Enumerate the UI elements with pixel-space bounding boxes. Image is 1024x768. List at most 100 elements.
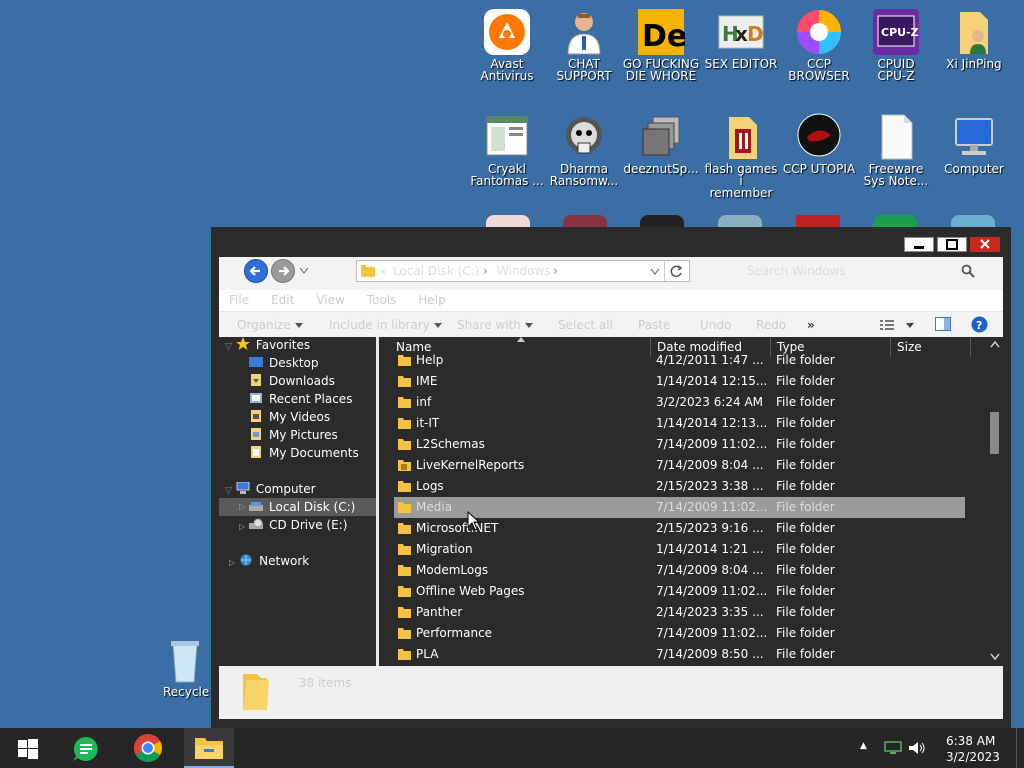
file-row[interactable]: Offline Web Pages 7/14/2009 11:02... File …: [394, 581, 965, 602]
folder-user-icon: [950, 8, 998, 56]
desktop-icon-ccp-utopia[interactable]: CCP UTOPIA: [780, 113, 858, 175]
close-button[interactable]: [970, 237, 1000, 252]
views-button[interactable]: [880, 318, 914, 332]
undo-button[interactable]: Undo: [700, 312, 731, 338]
deeznut-icon: [637, 113, 685, 161]
nav-computer[interactable]: ▽ Computer: [225, 480, 316, 498]
desktop-icon-hxd[interactable]: HxD SEX EDITOR: [702, 8, 780, 70]
file-row[interactable]: L2Schemas 7/14/2009 11:02... File folder: [394, 434, 965, 455]
recent-pages-dropdown-icon[interactable]: [299, 267, 309, 275]
network-status-icon[interactable]: [884, 741, 902, 755]
cd-drive-icon: [249, 517, 264, 529]
tray-overflow-icon[interactable]: ▲: [860, 741, 867, 751]
nav-label: Favorites: [255, 338, 311, 352]
taskbar-chrome[interactable]: [123, 728, 173, 768]
redo-button[interactable]: Redo: [756, 312, 786, 338]
paste-button[interactable]: Paste: [638, 312, 670, 338]
menu-help[interactable]: Help: [418, 290, 445, 310]
start-button[interactable]: [2, 728, 52, 768]
search-input[interactable]: Search Windows: [739, 260, 1003, 282]
desktop-icon-cpuz[interactable]: CPU-Z CPUID CPU-Z: [857, 8, 935, 82]
scrollbar-thumb[interactable]: [990, 412, 999, 454]
file-date-modified: 3/2/2023 6:24 AM: [656, 395, 764, 409]
volume-icon[interactable]: [908, 741, 926, 755]
include-in-library-button[interactable]: Include in library: [329, 312, 442, 338]
desktop-icon-freeware-note[interactable]: Freeware Sys Note...: [857, 113, 935, 187]
address-bar[interactable]: « Local Disk (C:) › Windows ›: [356, 260, 690, 282]
file-date-modified: 1/14/2014 1:21 ...: [656, 542, 764, 556]
desktop-icon-ccp-browser[interactable]: CCP BROWSER: [780, 8, 858, 82]
nav-favorites[interactable]: ▽ Favorites: [225, 336, 310, 354]
desktop-icon-label: CHAT SUPPORT: [556, 57, 612, 83]
show-desktop-button[interactable]: [1016, 728, 1024, 768]
scroll-down-icon[interactable]: [990, 653, 1000, 661]
maximize-button[interactable]: [937, 237, 967, 252]
desktop-icon-recycle-bin[interactable]: Recycle: [155, 636, 215, 698]
desktop-icon-flash-games[interactable]: flash games i remember: [702, 113, 780, 199]
desktop-icon-chat-support[interactable]: CHAT SUPPORT: [545, 8, 623, 82]
desktop-icon-cryakl[interactable]: Cryakl Fantomas ...: [468, 113, 546, 187]
file-row[interactable]: LiveKernelReports 7/14/2009 8:04 ... File …: [394, 455, 965, 476]
desktop-icon-avast[interactable]: Avast Antivirus: [468, 8, 546, 82]
windows-logo-icon: [18, 739, 38, 759]
desktop-icon-de[interactable]: De GO FUCKING DIE WHORE: [622, 8, 700, 82]
minimize-button[interactable]: [904, 237, 934, 252]
share-with-button[interactable]: Share with: [457, 312, 533, 338]
taskbar-file-explorer[interactable]: [184, 728, 234, 768]
preview-pane-button[interactable]: [935, 317, 951, 331]
desktop-icon-computer[interactable]: Computer: [935, 113, 1013, 175]
vertical-scrollbar[interactable]: [987, 337, 1003, 666]
nav-my-pictures[interactable]: My Pictures: [249, 426, 338, 444]
computer-icon: [236, 481, 250, 494]
document-icon: [872, 113, 920, 161]
file-date-modified: 2/15/2023 9:16 ...: [656, 521, 764, 535]
nav-local-disk[interactable]: ▷ Local Disk (C:): [219, 498, 376, 516]
desktop-icon-deeznut[interactable]: deeznutSp...: [622, 113, 700, 175]
desktop-icon-dharma[interactable]: Dharma Ransomw...: [545, 113, 623, 187]
organize-button[interactable]: Organize: [237, 312, 303, 338]
folder-icon: [398, 544, 411, 555]
preview-pane-icon: [935, 317, 951, 331]
file-row[interactable]: it-IT 1/14/2014 12:13... File folder: [394, 413, 965, 434]
help-button[interactable]: ?: [971, 316, 988, 333]
more-commands-button[interactable]: »: [807, 312, 815, 338]
nav-desktop[interactable]: Desktop: [249, 354, 319, 372]
clock-time[interactable]: 6:38 AM: [946, 734, 995, 748]
taskbar-notes-app[interactable]: [61, 728, 111, 768]
column-divider[interactable]: [970, 337, 971, 357]
nav-my-documents[interactable]: My Documents: [249, 444, 359, 462]
file-row[interactable]: Help 4/12/2011 1:47 ... File folder: [394, 350, 965, 371]
refresh-icon[interactable]: [669, 264, 683, 278]
file-row[interactable]: Panther 2/14/2023 3:35 ... File folder: [394, 602, 965, 623]
address-dropdown-icon[interactable]: [650, 268, 660, 276]
nav-cd-drive[interactable]: ▷ CD Drive (E:): [239, 516, 347, 534]
desktop-icon-label: CPUID CPU-Z: [877, 57, 915, 83]
menu-view[interactable]: View: [316, 290, 344, 310]
menu-tools[interactable]: Tools: [367, 290, 397, 310]
file-explorer-icon: [195, 738, 223, 759]
nav-recent-places[interactable]: Recent Places: [249, 390, 352, 408]
desktop-icon-xi-jinping[interactable]: Xi JinPing: [935, 8, 1013, 70]
folder-icon: [398, 628, 411, 639]
file-row[interactable]: inf 3/2/2023 6:24 AM File folder: [394, 392, 965, 413]
scroll-up-icon[interactable]: [990, 340, 1000, 348]
clock-date[interactable]: 3/2/2023: [946, 750, 1000, 764]
file-row[interactable]: Logs 2/15/2023 3:38 ... File folder: [394, 476, 965, 497]
menu-file[interactable]: File: [229, 290, 249, 310]
file-type: File folder: [776, 353, 835, 367]
forward-button[interactable]: [271, 259, 295, 283]
file-row[interactable]: Migration 1/14/2014 1:21 ... File folder: [394, 539, 965, 560]
file-row[interactable]: IME 1/14/2014 12:15... File folder: [394, 371, 965, 392]
file-row[interactable]: Performance 7/14/2009 11:02... File folder: [394, 623, 965, 644]
breadcrumb-windows[interactable]: Windows: [497, 264, 551, 278]
nav-downloads[interactable]: Downloads: [249, 372, 335, 390]
file-type: File folder: [776, 374, 835, 388]
file-row[interactable]: ModemLogs 7/14/2009 8:04 ... File folder: [394, 560, 965, 581]
select-all-button[interactable]: Select all: [558, 312, 613, 338]
nav-my-videos[interactable]: My Videos: [249, 408, 330, 426]
back-button[interactable]: [244, 259, 268, 283]
nav-network[interactable]: ▷ Network: [229, 552, 309, 570]
breadcrumb-local-disk[interactable]: Local Disk (C:): [393, 264, 479, 278]
menu-edit[interactable]: Edit: [271, 290, 294, 310]
file-row[interactable]: PLA 7/14/2009 8:50 ... File folder: [394, 644, 965, 665]
